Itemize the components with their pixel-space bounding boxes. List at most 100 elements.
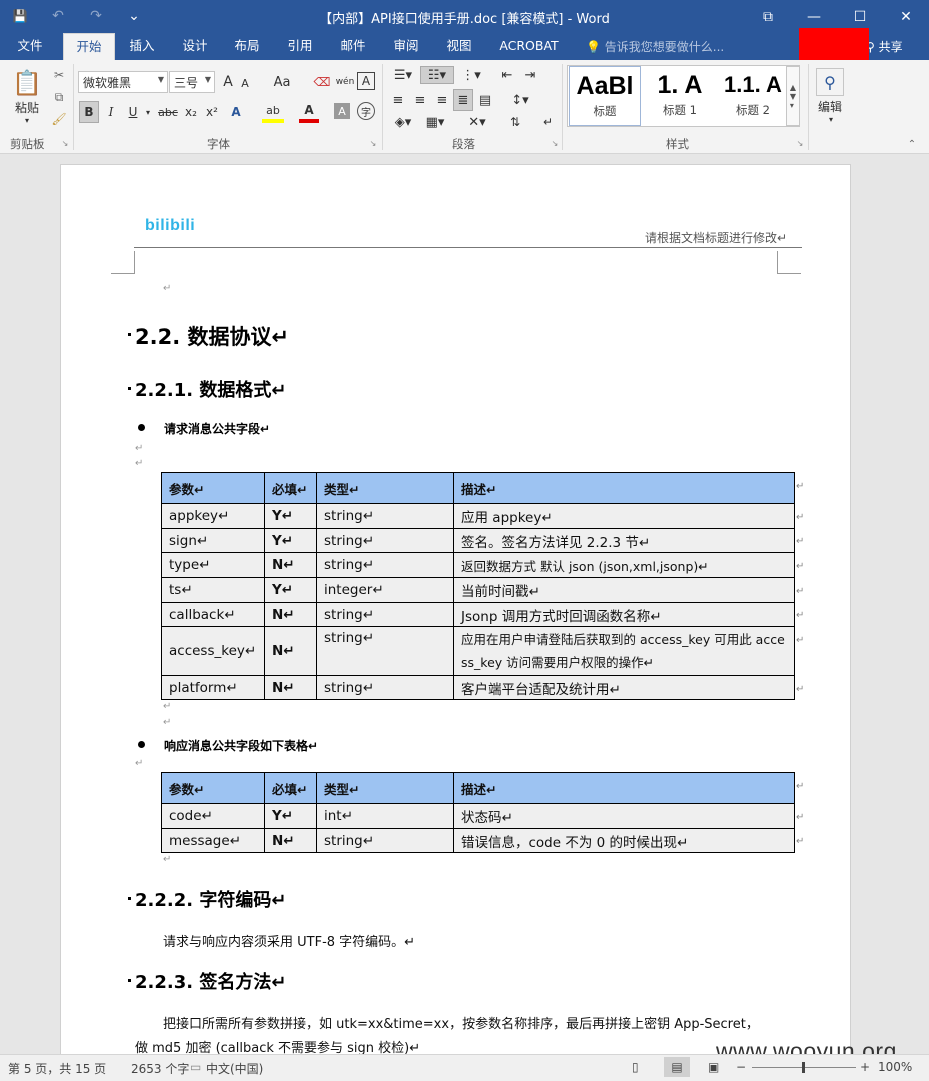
styles-launcher-icon[interactable]: ↘ — [795, 138, 805, 148]
format-painter-icon[interactable]: 🖌 — [50, 110, 68, 128]
editing-button[interactable]: 编辑 — [812, 98, 848, 114]
sort-icon[interactable]: ⇅ — [505, 112, 525, 132]
highlight-color-icon[interactable]: ab — [262, 101, 284, 123]
bilibili-logo: bilibili — [145, 217, 196, 234]
style-heading-2[interactable]: 1.1. A 标题 2 — [718, 66, 788, 126]
font-size-combo[interactable]: 三号 ▼ — [169, 71, 215, 93]
table-cell: Y↵ — [264, 528, 317, 553]
tab-design[interactable]: 设计 — [171, 33, 219, 60]
show-marks-icon[interactable]: ↵ — [538, 112, 558, 132]
decrease-indent-icon[interactable]: ⇤ — [497, 66, 517, 84]
tab-acrobat[interactable]: ACROBAT — [492, 33, 566, 60]
paste-icon[interactable]: 📋 — [10, 66, 44, 100]
subscript-button[interactable]: x₂ — [181, 101, 201, 123]
bullets-icon[interactable]: ☰▾ — [388, 66, 418, 84]
paragraph-launcher-icon[interactable]: ↘ — [550, 138, 560, 148]
tab-references[interactable]: 引用 — [277, 33, 323, 60]
paragraph-mark: ↵ — [163, 701, 172, 712]
heading-2-2-1: 2.2.1. 数据格式↵ — [135, 380, 287, 401]
print-layout-icon[interactable]: ▤ — [664, 1057, 690, 1077]
page-count[interactable]: 第 5 页，共 15 页 — [8, 1060, 106, 1077]
tab-view[interactable]: 视图 — [436, 33, 482, 60]
zoom-in-button[interactable]: + — [860, 1060, 870, 1074]
proofing-icon[interactable]: ▭ — [190, 1060, 201, 1074]
table-header-row: 参数↵ 必填↵ 类型↵ 描述↵ — [161, 772, 795, 804]
bold-button[interactable]: B — [79, 101, 99, 123]
change-case-icon[interactable]: Aa — [268, 72, 296, 92]
table-header-cell: 描述↵ — [453, 772, 795, 804]
clear-formatting-icon[interactable]: ⌫ — [312, 72, 332, 92]
tab-insert[interactable]: 插入 — [118, 33, 166, 60]
justify-icon[interactable]: ≣ — [453, 89, 473, 111]
tell-me-search[interactable]: 💡 告诉我您想要做什么... — [586, 38, 724, 55]
ribbon-display-options-button[interactable]: ⧉ — [745, 0, 791, 33]
table-cell: Jsonp 调用方式时回调函数名称↵ — [453, 602, 795, 627]
strikethrough-button[interactable]: abc — [156, 101, 180, 123]
align-center-icon[interactable]: ≡ — [410, 90, 430, 110]
character-shading-icon[interactable]: A — [334, 103, 350, 119]
align-right-icon[interactable]: ≡ — [432, 90, 452, 110]
underline-dropdown-icon[interactable]: ▾ — [143, 101, 153, 123]
cut-icon[interactable]: ✂ — [50, 66, 68, 84]
request-fields-table: 参数↵ 必填↵ 类型↵ 描述↵ appkey↵ Y↵ string↵ 应用 ap… — [161, 472, 795, 700]
shrink-font-icon[interactable]: A — [238, 74, 252, 92]
share-button[interactable]: ⚲ 共享 — [866, 38, 903, 55]
paste-dropdown-icon[interactable]: ▾ — [10, 114, 44, 126]
font-color-icon[interactable]: A — [299, 101, 319, 123]
tab-file[interactable]: 文件 — [4, 33, 56, 60]
clipboard-launcher-icon[interactable]: ↘ — [60, 138, 70, 148]
tab-review[interactable]: 审阅 — [383, 33, 429, 60]
table-header-cell: 类型↵ — [316, 772, 454, 804]
vertical-scrollbar[interactable] — [911, 154, 929, 1054]
style-heading-1[interactable]: 1. A 标题 1 — [644, 66, 716, 126]
group-separator — [382, 64, 383, 150]
multilevel-list-icon[interactable]: ⋮▾ — [456, 66, 486, 84]
status-bar: 第 5 页，共 15 页 2653 个字 ▭ 中文(中国) ▯ ▤ ▣ − + … — [0, 1054, 929, 1081]
italic-button[interactable]: I — [101, 101, 121, 123]
line-spacing-icon[interactable]: ↕▾ — [505, 90, 535, 110]
character-border-icon[interactable]: A — [357, 72, 375, 90]
text-effects-icon[interactable]: A — [226, 101, 246, 123]
grow-font-icon[interactable]: A — [220, 72, 236, 92]
underline-button[interactable]: U — [123, 101, 143, 123]
style-title[interactable]: AaBl 标题 — [569, 66, 641, 126]
shading-icon[interactable]: ◈▾ — [388, 112, 418, 132]
phonetic-guide-icon[interactable]: wén — [334, 72, 356, 92]
increase-indent-icon[interactable]: ⇥ — [520, 66, 540, 84]
table-cell: string↵ — [316, 528, 454, 553]
zoom-level[interactable]: 100% — [878, 1060, 912, 1074]
zoom-slider-thumb[interactable] — [802, 1062, 805, 1073]
read-mode-icon[interactable]: ▯ — [632, 1060, 639, 1074]
style-name: 标题 1 — [663, 103, 697, 117]
borders-icon[interactable]: ▦▾ — [420, 112, 450, 132]
paragraph-mark: ↵ — [163, 854, 172, 865]
redacted-account-area — [799, 28, 869, 63]
table-row: appkey↵ Y↵ string↵ 应用 appkey↵ — [161, 503, 795, 529]
distributed-icon[interactable]: ▤ — [475, 90, 495, 110]
tab-mailings[interactable]: 邮件 — [330, 33, 376, 60]
zoom-out-button[interactable]: − — [736, 1060, 746, 1074]
editing-dropdown-icon[interactable]: ▾ — [825, 114, 837, 124]
language[interactable]: 中文(中国) — [206, 1060, 263, 1077]
find-icon[interactable]: ⚲ — [816, 68, 844, 96]
paragraph-mark: ↵ — [163, 717, 172, 728]
tab-layout[interactable]: 布局 — [224, 33, 270, 60]
document-page[interactable]: bilibili 请根据文档标题进行修改↵ ↵ 2.2. 数据协议↵ 2.2.1… — [60, 164, 851, 1064]
close-button[interactable]: ✕ — [883, 0, 929, 33]
web-layout-icon[interactable]: ▣ — [708, 1060, 719, 1074]
superscript-button[interactable]: x² — [202, 101, 222, 123]
paragraph-mark: ↵ — [135, 758, 144, 769]
table-cell: Y↵ — [264, 577, 317, 603]
numbering-icon[interactable]: ☷▾ — [420, 66, 454, 84]
font-name-combo[interactable]: 微软雅黑 ▼ — [78, 71, 168, 93]
chinese-layout-icon[interactable]: ✕▾ — [462, 112, 492, 132]
tab-home[interactable]: 开始 — [63, 33, 115, 60]
enclose-characters-icon[interactable]: 字 — [357, 102, 375, 120]
align-left-icon[interactable]: ≡ — [388, 90, 408, 110]
table-cell: N↵ — [264, 828, 317, 853]
styles-scroll[interactable]: ▲ ▼ ▾ — [786, 66, 800, 126]
word-count[interactable]: 2653 个字 — [131, 1060, 189, 1077]
font-launcher-icon[interactable]: ↘ — [368, 138, 378, 148]
copy-icon[interactable]: ⧉ — [50, 88, 68, 106]
collapse-ribbon-icon[interactable]: ⌃ — [905, 138, 919, 150]
